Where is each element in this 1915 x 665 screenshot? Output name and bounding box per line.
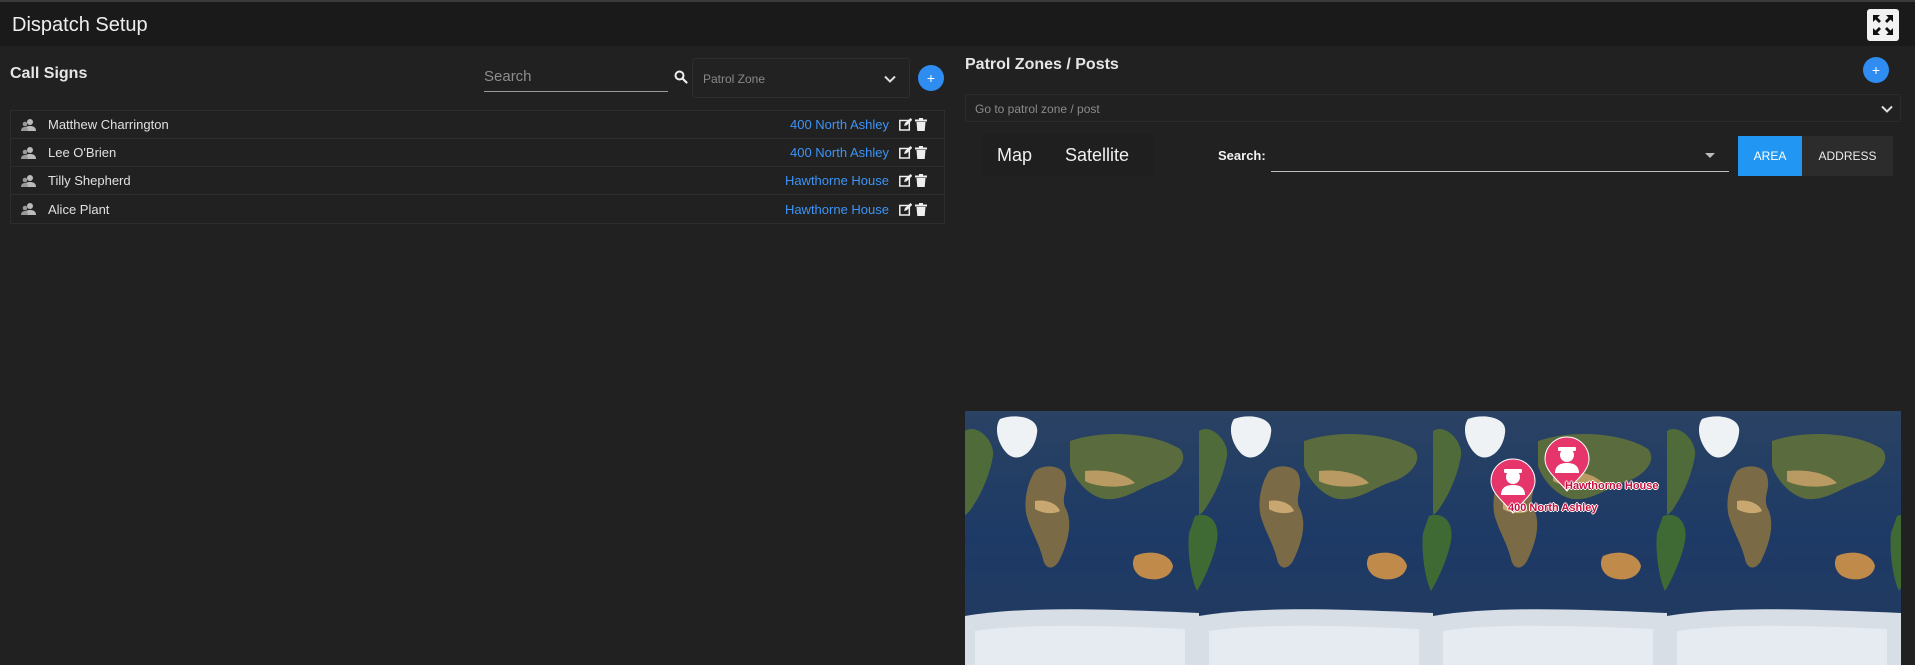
call-sign-zone-link[interactable]: 400 North Ashley: [790, 145, 889, 160]
trash-icon[interactable]: [915, 118, 927, 131]
add-call-sign-button[interactable]: +: [918, 65, 944, 91]
goto-placeholder: Go to patrol zone / post: [975, 102, 1100, 116]
fullscreen-button[interactable]: [1867, 9, 1899, 41]
satellite-map[interactable]: 400 North Ashley Hawthorne House: [965, 411, 1901, 665]
call-sign-zone-link[interactable]: Hawthorne House: [785, 173, 889, 188]
search-input[interactable]: [484, 62, 654, 90]
call-sign-name: Matthew Charrington: [48, 117, 169, 132]
call-sign-zone-link[interactable]: Hawthorne House: [785, 202, 889, 217]
chevron-down-icon: [884, 75, 896, 83]
patrol-zone-select[interactable]: Patrol Zone: [692, 58, 910, 98]
map-type-control: Map Satellite: [981, 134, 1153, 176]
patrol-officer-icon: [21, 146, 36, 159]
table-row[interactable]: Alice Plant Hawthorne House: [11, 195, 944, 223]
call-signs-panel: Call Signs Patrol Zone + Matthew Charrin…: [0, 46, 955, 665]
edit-icon[interactable]: [899, 202, 912, 216]
top-bar: Dispatch Setup: [0, 0, 1915, 46]
chevron-down-icon: [1881, 105, 1893, 113]
call-sign-name: Lee O'Brien: [48, 145, 117, 160]
call-signs-table: Matthew Charrington 400 North Ashley Lee…: [10, 110, 945, 224]
map-search-select[interactable]: [1271, 140, 1729, 172]
patrol-zones-title: Patrol Zones / Posts: [965, 56, 1119, 73]
call-signs-title: Call Signs: [10, 65, 88, 82]
table-row[interactable]: Matthew Charrington 400 North Ashley: [11, 111, 944, 139]
add-patrol-zone-button[interactable]: +: [1863, 57, 1889, 83]
patrol-zones-panel: Patrol Zones / Posts + Go to patrol zone…: [955, 46, 1915, 665]
marker-label: 400 North Ashley: [1508, 502, 1598, 514]
edit-icon[interactable]: [899, 174, 912, 187]
call-sign-zone-link[interactable]: 400 North Ashley: [790, 117, 889, 132]
patrol-officer-icon: [21, 118, 36, 131]
page-title: Dispatch Setup: [12, 14, 148, 36]
call-sign-name: Tilly Shepherd: [48, 173, 131, 188]
world-map-tiles: [965, 411, 1901, 665]
table-row[interactable]: Lee O'Brien 400 North Ashley: [11, 139, 944, 167]
patrol-officer-icon: [21, 203, 36, 215]
trash-icon[interactable]: [915, 146, 927, 159]
dropdown-arrow-icon: [1705, 153, 1715, 158]
edit-icon[interactable]: [899, 118, 912, 131]
map-search-label: Search:: [1218, 148, 1266, 163]
edit-icon[interactable]: [899, 146, 912, 159]
fullscreen-icon: [1873, 15, 1893, 35]
patrol-zone-placeholder: Patrol Zone: [703, 72, 766, 86]
goto-patrol-zone-select[interactable]: Go to patrol zone / post: [965, 94, 1901, 122]
address-button[interactable]: ADDRESS: [1802, 136, 1893, 176]
patrol-officer-icon: [21, 174, 36, 187]
trash-icon[interactable]: [915, 202, 927, 216]
call-sign-name: Alice Plant: [48, 201, 110, 217]
area-button[interactable]: AREA: [1738, 136, 1802, 176]
tab-satellite[interactable]: Satellite: [1065, 145, 1129, 166]
marker-label: Hawthorne House: [1565, 480, 1659, 492]
table-row[interactable]: Tilly Shepherd Hawthorne House: [11, 167, 944, 195]
trash-icon[interactable]: [915, 174, 927, 187]
search-icon[interactable]: [674, 70, 688, 84]
tab-map[interactable]: Map: [997, 145, 1032, 166]
call-sign-search[interactable]: [484, 62, 668, 92]
